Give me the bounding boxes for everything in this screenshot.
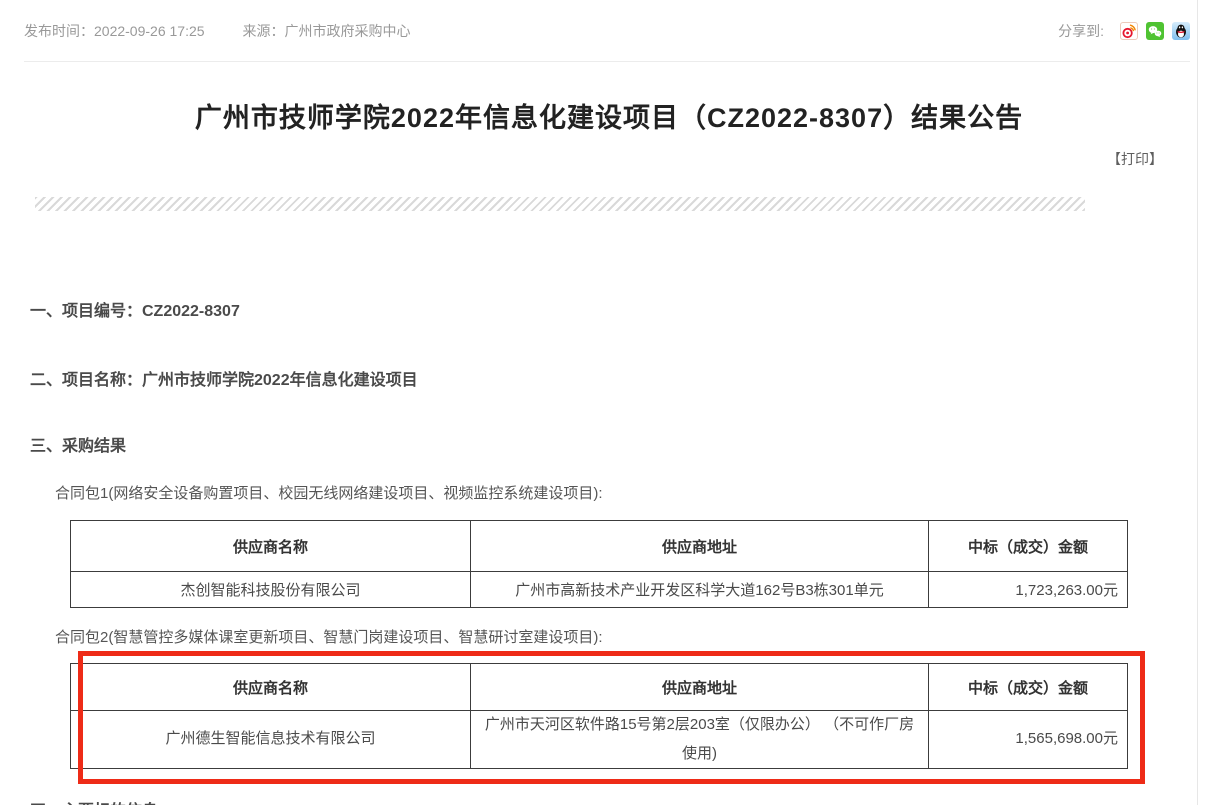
award-amount-cell: 1,723,263.00元	[929, 572, 1128, 608]
package2-table-wrap: 供应商名称 供应商地址 中标（成交）金额 广州德生智能信息技术有限公司 广州市天…	[0, 663, 1218, 769]
col-supplier-address: 供应商地址	[471, 521, 929, 572]
col-award-amount: 中标（成交）金额	[929, 521, 1128, 572]
section-main-subject-info: 四、主要标的信息	[30, 797, 1218, 805]
announcement-page: 发布时间：2022-09-26 17:25 来源：广州市政府采购中心 分享到:	[0, 0, 1218, 805]
publish-time: 发布时间：2022-09-26 17:25	[24, 21, 205, 41]
col-supplier-name: 供应商名称	[71, 521, 471, 572]
supplier-name-cell: 杰创智能科技股份有限公司	[71, 572, 471, 608]
share-label: 分享到:	[1058, 21, 1104, 41]
source: 来源：广州市政府采购中心	[243, 21, 411, 41]
table-header-row: 供应商名称 供应商地址 中标（成交）金额	[71, 521, 1128, 572]
section-project-number: 一、项目编号：CZ2022-8307	[30, 297, 1218, 321]
hatched-divider	[35, 197, 1085, 211]
section-project-name: 二、项目名称：广州市技师学院2022年信息化建设项目	[30, 366, 1218, 390]
weibo-icon[interactable]	[1120, 22, 1138, 40]
page-title: 广州市技师学院2022年信息化建设项目（CZ2022-8307）结果公告	[0, 96, 1218, 135]
supplier-address-cell: 广州市天河区软件路15号第2层203室（仅限办公） （不可作厂房使用)	[471, 711, 929, 769]
col-supplier-name: 供应商名称	[71, 664, 471, 711]
table-header-row: 供应商名称 供应商地址 中标（成交）金额	[71, 664, 1128, 711]
col-award-amount: 中标（成交）金额	[929, 664, 1128, 711]
table-row: 杰创智能科技股份有限公司 广州市高新技术产业开发区科学大道162号B3栋301单…	[71, 572, 1128, 608]
package1-intro: 合同包1(网络安全设备购置项目、校园无线网络建设项目、视频监控系统建设项目):	[55, 482, 1218, 503]
package2-table: 供应商名称 供应商地址 中标（成交）金额 广州德生智能信息技术有限公司 广州市天…	[70, 663, 1128, 769]
package1-table: 供应商名称 供应商地址 中标（成交）金额 杰创智能科技股份有限公司 广州市高新技…	[70, 520, 1128, 608]
supplier-address-cell: 广州市高新技术产业开发区科学大道162号B3栋301单元	[471, 572, 929, 608]
package2-intro: 合同包2(智慧管控多媒体课室更新项目、智慧门岗建设项目、智慧研讨室建设项目):	[55, 626, 1218, 647]
section-procurement-result: 三、采购结果	[30, 432, 1218, 456]
col-supplier-address: 供应商地址	[471, 664, 929, 711]
share-group: 分享到:	[1058, 21, 1190, 41]
print-row: 【打印】	[0, 149, 1218, 169]
qq-icon[interactable]	[1172, 22, 1190, 40]
supplier-name-cell: 广州德生智能信息技术有限公司	[71, 711, 471, 769]
award-amount-cell: 1,565,698.00元	[929, 711, 1128, 769]
print-button[interactable]: 【打印】	[1107, 149, 1163, 169]
wechat-icon[interactable]	[1146, 22, 1164, 40]
table-row: 广州德生智能信息技术有限公司 广州市天河区软件路15号第2层203室（仅限办公）…	[71, 711, 1128, 769]
meta-bar: 发布时间：2022-09-26 17:25 来源：广州市政府采购中心 分享到:	[24, 0, 1190, 62]
